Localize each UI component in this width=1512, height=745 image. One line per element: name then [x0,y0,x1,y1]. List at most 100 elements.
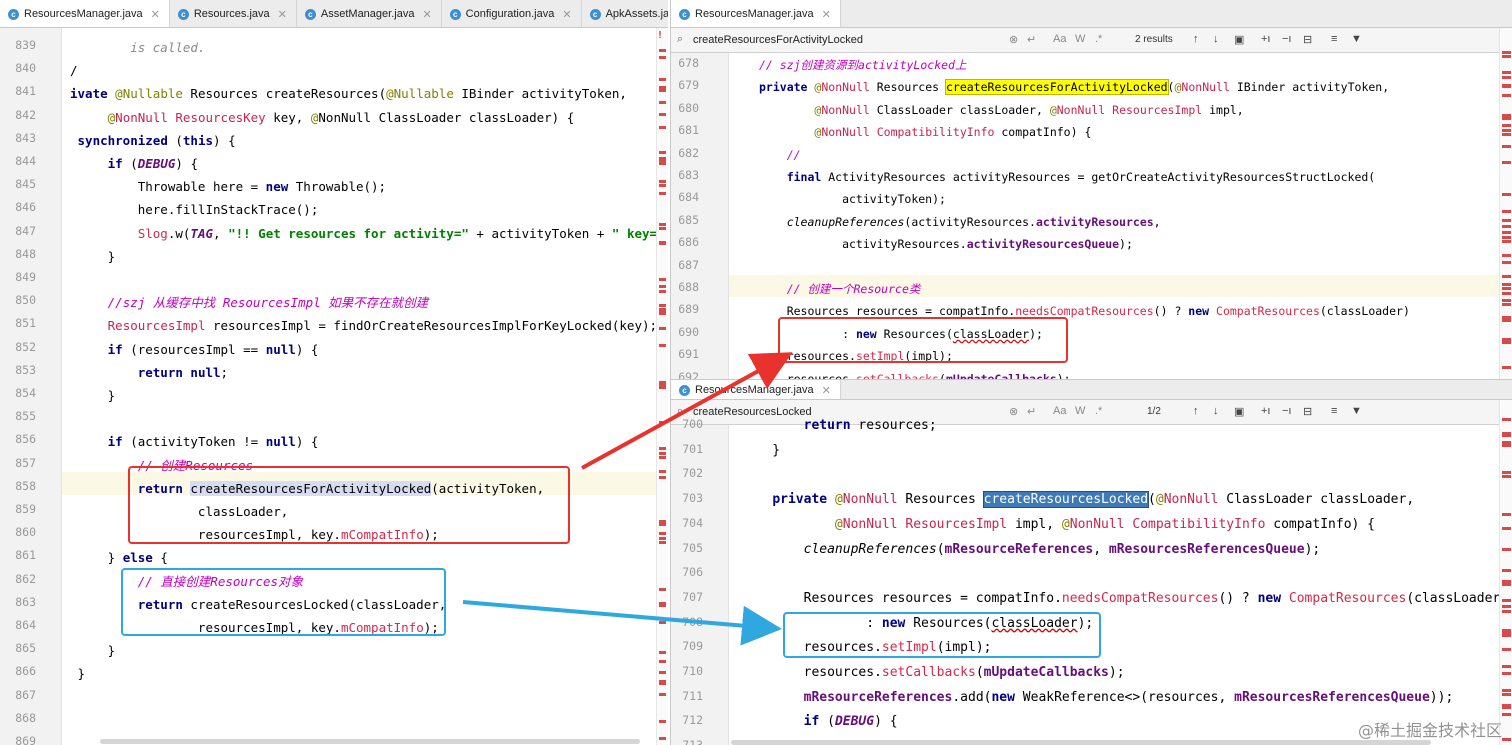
error-stripe-marker[interactable] [1502,471,1511,474]
left-scroll-markers[interactable] [656,28,668,745]
left-hscrollbar[interactable] [100,739,640,744]
error-stripe-marker[interactable] [659,604,666,607]
error-stripe-marker[interactable] [1502,71,1511,74]
close-icon[interactable]: ✕ [151,8,160,21]
error-stripe-marker[interactable] [1502,254,1511,257]
error-stripe-marker[interactable] [659,290,666,293]
error-stripe-marker[interactable] [659,151,666,154]
error-stripe-marker[interactable] [1502,444,1511,447]
right-top-scroll-markers[interactable] [1499,28,1512,379]
right-bottom-scroll-markers[interactable] [1499,400,1512,745]
error-stripe-marker[interactable] [1502,738,1511,741]
tab-configuration[interactable]: c Configuration.java ✕ [442,0,582,27]
error-stripe-marker[interactable] [659,532,666,535]
error-stripe-marker[interactable] [1502,76,1511,79]
whole-word-icon[interactable]: W [1075,33,1085,45]
error-stripe-marker[interactable] [1502,161,1511,164]
tab-resourcesmanager[interactable]: c ResourcesManager.java ✕ [0,0,170,27]
filter-icon[interactable]: ▼ [1351,33,1362,45]
error-stripe-marker[interactable] [1502,275,1511,278]
tab-resourcesmanager-top[interactable]: c ResourcesManager.java ✕ [671,0,841,27]
error-stripe-marker[interactable] [1502,689,1511,692]
error-stripe-marker[interactable] [1502,693,1511,696]
error-stripe-marker[interactable] [1502,418,1511,421]
error-stripe-marker[interactable] [1502,706,1511,709]
clear-icon[interactable]: ⊗ [1009,33,1018,46]
error-stripe-marker[interactable] [1502,513,1511,516]
error-stripe-marker[interactable] [659,381,666,384]
error-stripe-marker[interactable] [659,49,666,52]
error-stripe-marker[interactable] [659,241,666,244]
error-stripe-marker[interactable] [1502,292,1511,295]
close-icon[interactable]: ✕ [278,8,287,21]
error-stripe-marker[interactable] [659,56,666,59]
tab-resources[interactable]: c Resources.java ✕ [170,0,297,27]
error-stripe-marker[interactable] [1502,94,1511,97]
error-stripe-marker[interactable] [1502,225,1511,228]
find-input-top[interactable]: createResourcesForActivityLocked [693,34,863,46]
tab-assetmanager[interactable]: c AssetManager.java ✕ [297,0,442,27]
error-stripe-marker[interactable] [1502,672,1511,675]
error-stripe-marker[interactable] [1502,713,1511,716]
next-occurrence-icon[interactable]: ↓ [1213,33,1219,45]
error-stripe-marker[interactable] [1502,610,1511,613]
error-stripe-marker[interactable] [1502,240,1511,243]
error-stripe-marker[interactable] [1502,129,1511,132]
error-stripe-marker[interactable] [659,476,666,479]
add-selection-icon[interactable]: +ı [1261,33,1270,45]
error-stripe-marker[interactable] [659,720,666,723]
error-stripe-marker[interactable] [1502,303,1511,306]
error-stripe-marker[interactable] [1502,527,1511,530]
error-stripe-marker[interactable] [659,523,666,526]
error-stripe-marker[interactable] [659,588,666,591]
error-stripe-marker[interactable] [659,113,666,116]
regex-icon[interactable]: .* [1095,33,1102,45]
error-stripe-marker[interactable] [659,452,666,455]
warning-icon[interactable]: ! [657,30,663,41]
error-stripe-marker[interactable] [659,344,666,347]
error-stripe-marker[interactable] [1502,605,1511,608]
error-stripe-marker[interactable] [659,447,666,450]
error-stripe-marker[interactable] [1502,145,1511,148]
error-stripe-marker[interactable] [659,421,666,424]
error-stripe-marker[interactable] [1502,599,1511,602]
error-stripe-marker[interactable] [659,456,666,459]
error-stripe-marker[interactable] [1502,432,1511,435]
error-stripe-marker[interactable] [659,651,666,654]
error-stripe-marker[interactable] [659,660,666,663]
error-stripe-marker[interactable] [659,671,666,674]
remove-selection-icon[interactable]: −ı [1282,33,1291,45]
error-stripe-marker[interactable] [1502,210,1511,213]
error-stripe-marker[interactable] [1502,193,1511,196]
error-stripe-marker[interactable] [659,327,666,330]
close-icon[interactable]: ✕ [422,8,431,21]
tab-resourcesmanager-bottom[interactable]: c ResourcesManager.java ✕ [671,380,841,399]
error-stripe-marker[interactable] [659,470,666,473]
error-stripe-marker[interactable] [1502,475,1511,478]
error-stripe-marker[interactable] [1502,648,1511,651]
error-stripe-marker[interactable] [1502,366,1511,369]
error-stripe-marker[interactable] [1502,583,1511,586]
error-stripe-marker[interactable] [1502,51,1511,54]
history-icon[interactable]: ↵ [1027,33,1036,46]
close-icon[interactable]: ✕ [562,8,571,21]
error-stripe-marker[interactable] [659,312,666,315]
error-stripe-marker[interactable] [1502,283,1511,286]
error-stripe-marker[interactable] [659,737,666,740]
error-stripe-marker[interactable] [659,180,666,183]
settings-icon[interactable]: ≡ [1331,33,1337,45]
error-stripe-marker[interactable] [1502,299,1511,302]
error-stripe-marker[interactable] [1502,133,1511,136]
close-icon[interactable]: ✕ [822,8,831,21]
error-stripe-marker[interactable] [1502,219,1511,222]
error-stripe-marker[interactable] [1502,117,1511,120]
error-stripe-marker[interactable] [659,126,666,129]
error-stripe-marker[interactable] [659,304,666,307]
error-stripe-marker[interactable] [659,223,666,226]
error-stripe-marker[interactable] [659,693,666,696]
error-stripe-marker[interactable] [659,680,666,683]
error-stripe-marker[interactable] [1502,124,1511,127]
error-stripe-marker[interactable] [659,386,666,389]
select-all-icon[interactable]: ▣ [1234,33,1244,46]
tab-apkassets[interactable]: cApkAssets.java✕ [582,0,668,27]
